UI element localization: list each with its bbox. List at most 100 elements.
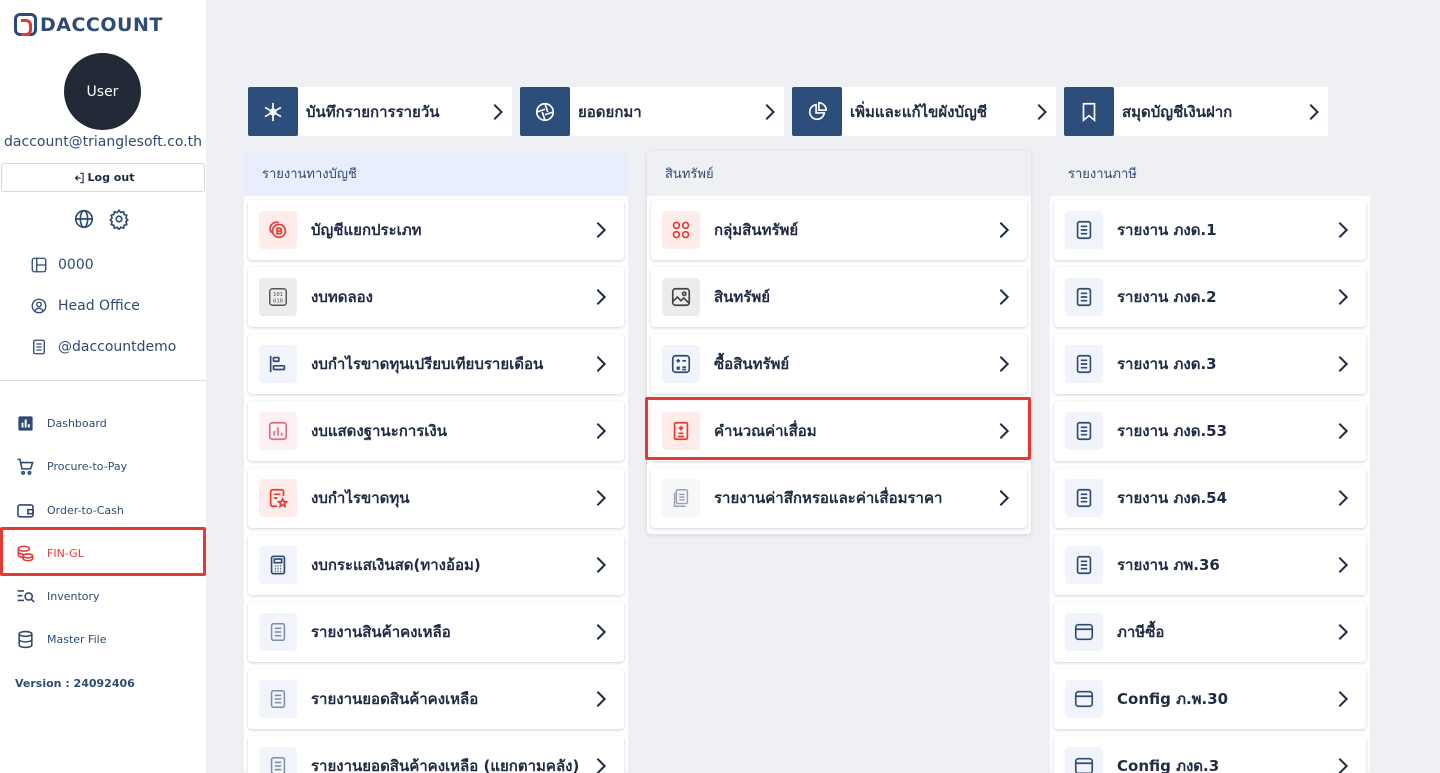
chevron-right-icon (590, 621, 612, 643)
chevron-right-icon (590, 420, 612, 442)
coin-icon (269, 221, 287, 239)
nav-label: Dashboard (47, 417, 107, 430)
nav-label: Inventory (47, 590, 100, 603)
item-icon-box (662, 345, 700, 383)
item-icon-box (259, 747, 297, 773)
cart-icon (17, 458, 34, 475)
quick-action-opening-balance[interactable]: ยอดยกมา (520, 87, 784, 136)
globe-icon[interactable] (73, 208, 95, 230)
item-icon-box (1065, 613, 1103, 651)
menu-item-assets[interactable]: สินทรัพย์ (651, 267, 1027, 327)
item-label: รายงานยอดสินค้าคงเหลือ (311, 690, 479, 708)
branch-selector[interactable]: Head Office (30, 297, 140, 315)
chevron-right-icon (1332, 286, 1354, 308)
menu-item-config-pnd3[interactable]: Config ภงด.3 (1054, 736, 1366, 773)
nav-master-file[interactable]: Master File (16, 630, 106, 649)
nav-inventory[interactable]: Inventory (16, 587, 100, 606)
chevron-right-icon (1332, 621, 1354, 643)
company-code[interactable]: 0000 (30, 256, 94, 274)
quick-action-icon-box (248, 87, 298, 136)
menu-item-asset-groups[interactable]: กลุ่มสินทรัพย์ (651, 200, 1027, 260)
menu-item-depreciation-report[interactable]: รายงานค่าสึกหรอและค่าเสื่อมราคา (651, 468, 1027, 528)
quick-action-deposit-book[interactable]: สมุดบัญชีเงินฝาก (1064, 87, 1328, 136)
quick-action-label: เพิ่มและแก้ไขผังบัญชี (850, 102, 987, 121)
item-label: งบแสดงฐานะการเงิน (311, 422, 448, 440)
item-label: รายงานยอดสินค้าคงเหลือ (แยกตามคลัง) (311, 757, 580, 773)
item-label: ภาษีซื้อ (1117, 623, 1165, 641)
chevron-right-icon (1332, 353, 1354, 375)
item-label: Config ภ.พ.30 (1117, 690, 1229, 708)
nav-procure-to-pay[interactable]: Procure-to-Pay (16, 457, 127, 476)
nav-dashboard[interactable]: Dashboard (16, 414, 107, 433)
chevron-right-icon (1332, 755, 1354, 773)
menu-item-trial-balance[interactable]: 101 010 งบทดลอง (248, 267, 624, 327)
menu-item-general-ledger[interactable]: บัญชีแยกประเภท (248, 200, 624, 260)
sidebar: DACCOUNT User daccount@trianglesoft.co.t… (0, 0, 206, 773)
item-label: รายงาน ภพ.36 (1117, 556, 1220, 574)
menu-item-input-tax[interactable]: ภาษีซื้อ (1054, 602, 1366, 662)
menu-item-pnd3[interactable]: รายงาน ภงด.3 (1054, 334, 1366, 394)
menu-item-pnd53[interactable]: รายงาน ภงด.53 (1054, 401, 1366, 461)
inventory-search-icon (17, 590, 35, 603)
item-icon-box (1065, 211, 1103, 249)
menu-item-pnd1[interactable]: รายงาน ภงด.1 (1054, 200, 1366, 260)
menu-item-inventory-balance-report[interactable]: รายงานยอดสินค้าคงเหลือ (248, 669, 624, 729)
svg-text:101: 101 (273, 292, 283, 298)
snowflake-icon (264, 102, 282, 121)
logout-button[interactable]: Log out (1, 163, 205, 192)
chevron-right-icon (993, 219, 1015, 241)
tax-reports-panel: รายงานภาษี รายงาน ภงด.1 รายงาน ภงด.2 ราย… (1050, 151, 1370, 773)
item-icon-box (662, 479, 700, 517)
item-icon-box (259, 479, 297, 517)
menu-item-purchase-assets[interactable]: ซื้อสินทรัพย์ (651, 334, 1027, 394)
quick-action-daily-journal[interactable]: บันทึกรายการรายวัน (248, 87, 512, 136)
gear-icon[interactable] (108, 208, 130, 230)
binary-icon: 101010 (269, 288, 287, 306)
branch-label: Head Office (58, 298, 140, 314)
menu-item-monthly-pl-comparison[interactable]: งบกำไรขาดทุนเปรียบเทียบรายเดือน (248, 334, 624, 394)
quick-action-chart-of-accounts[interactable]: เพิ่มและแก้ไขผังบัญชี (792, 87, 1056, 136)
menu-item-financial-position[interactable]: งบแสดงฐานะการเงิน (248, 401, 624, 461)
logout-icon (74, 172, 84, 183)
item-icon-box (1065, 546, 1103, 584)
app-logo[interactable]: DACCOUNT (14, 13, 163, 36)
item-icon-box (1065, 345, 1103, 383)
chevron-right-icon (590, 353, 612, 375)
item-icon-box (259, 211, 297, 249)
app-version: Version : 24092406 (15, 677, 135, 690)
nav-order-to-cash[interactable]: Order-to-Cash (16, 501, 124, 520)
svg-text:010: 010 (273, 299, 283, 305)
menu-item-pnd2[interactable]: รายงาน ภงด.2 (1054, 267, 1366, 327)
account-selector[interactable]: @daccountdemo (30, 338, 176, 356)
menu-item-cash-flow-indirect[interactable]: งบกระแสเงินสด(ทางอ้อม) (248, 535, 624, 595)
menu-item-inventory-report[interactable]: รายงานสินค้าคงเหลือ (248, 602, 624, 662)
logo-mark-icon (14, 13, 37, 36)
user-email: daccount@trianglesoft.co.th (4, 134, 202, 150)
chevron-right-icon (1309, 103, 1320, 120)
item-icon-box: 101 010 (259, 278, 297, 316)
item-label: รายงานค่าสึกหรอและค่าเสื่อมราคา (714, 489, 943, 507)
menu-item-profit-loss[interactable]: งบกำไรขาดทุน (248, 468, 624, 528)
window-icon (1073, 755, 1095, 773)
item-label: รายงาน ภงด.54 (1117, 489, 1228, 507)
quick-action-label: บันทึกรายการรายวัน (306, 102, 440, 121)
item-icon-box (259, 546, 297, 584)
chevron-right-icon (1332, 420, 1354, 442)
item-label: กลุ่มสินทรัพย์ (714, 221, 799, 239)
menu-item-pnd54[interactable]: รายงาน ภงด.54 (1054, 468, 1366, 528)
menu-item-config-pp30[interactable]: Config ภ.พ.30 (1054, 669, 1366, 729)
menu-item-pp36[interactable]: รายงาน ภพ.36 (1054, 535, 1366, 595)
item-label: รายงาน ภงด.3 (1117, 355, 1217, 373)
item-icon-box (662, 211, 700, 249)
nav-label: Procure-to-Pay (47, 460, 128, 473)
chevron-right-icon (1037, 103, 1048, 120)
item-label: สินทรัพย์ (714, 288, 771, 306)
avatar[interactable]: User (64, 53, 141, 130)
quick-action-icon-box (1064, 87, 1114, 136)
quick-action-icon-box (792, 87, 842, 136)
menu-item-inventory-balance-by-warehouse[interactable]: รายงานยอดสินค้าคงเหลือ (แยกตามคลัง) (248, 736, 624, 773)
chevron-right-icon (765, 103, 776, 120)
item-icon-box (259, 412, 297, 450)
item-label: รายงานสินค้าคงเหลือ (311, 623, 451, 641)
item-icon-box (259, 345, 297, 383)
